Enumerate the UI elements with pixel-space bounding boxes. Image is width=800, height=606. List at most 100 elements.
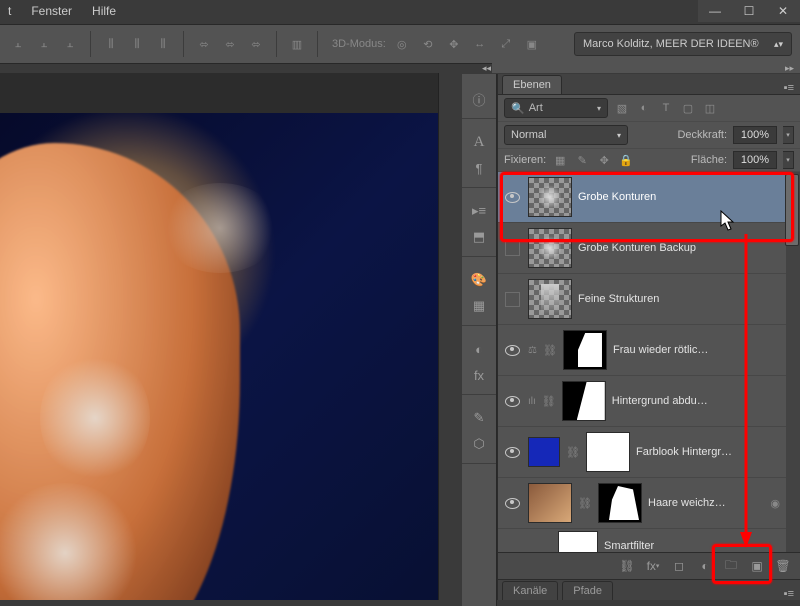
auto-align-icon[interactable]: ▥ bbox=[287, 34, 307, 54]
window-maximize[interactable]: ☐ bbox=[732, 0, 766, 22]
opacity-flyout[interactable]: ▾ bbox=[783, 126, 794, 144]
3d-slide-icon[interactable]: ↔ bbox=[470, 34, 490, 54]
character-panel-icon[interactable]: A bbox=[468, 131, 490, 153]
info-panel-icon[interactable]: ⓘ bbox=[468, 88, 490, 110]
swatches-panel-icon[interactable]: ▦ bbox=[468, 295, 490, 317]
align-center-icon[interactable]: ⫠ bbox=[34, 34, 54, 54]
layer-mask-thumbnail[interactable] bbox=[563, 330, 607, 370]
workspace-dropdown[interactable]: Marco Kolditz, MEER DER IDEEN® ▴▾ bbox=[574, 32, 792, 56]
visibility-toggle[interactable] bbox=[502, 478, 522, 528]
distribute-3-icon[interactable]: ⫼ bbox=[153, 34, 173, 54]
scrollbar-thumb[interactable] bbox=[785, 174, 799, 246]
filter-smart-icon[interactable]: ◫ bbox=[702, 100, 718, 116]
layer-row-hintergrund-abdunkeln[interactable]: ılı ⛓ Hintergrund abdu… bbox=[498, 376, 800, 427]
new-layer-icon[interactable]: ▣ bbox=[748, 557, 766, 575]
menu-cut[interactable]: t bbox=[8, 4, 11, 18]
layer-row-haare-weichzeichnen[interactable]: ⛓ Haare weichz… ◉ bbox=[498, 478, 800, 529]
visibility-toggle[interactable] bbox=[502, 376, 522, 426]
tab-ebenen[interactable]: Ebenen bbox=[502, 75, 562, 94]
link-layers-icon[interactable]: ⛓ bbox=[618, 557, 636, 575]
actions-panel-icon[interactable]: ▸≡ bbox=[468, 200, 490, 222]
smartfilter-row[interactable]: Smartfilter bbox=[498, 529, 800, 552]
color-panel-icon[interactable]: 🎨 bbox=[468, 269, 490, 291]
layer-mask-thumbnail[interactable] bbox=[562, 381, 606, 421]
document-canvas[interactable] bbox=[0, 73, 439, 600]
tab-pfade[interactable]: Pfade bbox=[562, 581, 613, 600]
layer-name[interactable]: Hintergrund abdu… bbox=[612, 395, 708, 407]
3d-scale-icon[interactable]: ⤢ bbox=[496, 34, 516, 54]
space-3-icon[interactable]: ⬄ bbox=[246, 34, 266, 54]
link-mask-icon[interactable]: ⛓ bbox=[543, 343, 557, 357]
add-mask-icon[interactable]: ◻ bbox=[670, 557, 688, 575]
link-mask-icon[interactable]: ⛓ bbox=[542, 394, 556, 408]
brushpresets-panel-icon[interactable]: ⬡ bbox=[468, 433, 490, 455]
fill-input[interactable]: 100% bbox=[733, 151, 777, 169]
layer-name[interactable]: Grobe Konturen Backup bbox=[578, 242, 696, 254]
dock-collapse-right[interactable]: ▸▸ bbox=[492, 63, 800, 73]
window-close[interactable]: ✕ bbox=[766, 0, 800, 22]
distribute-v-icon[interactable]: ⫼ bbox=[127, 34, 147, 54]
layer-name[interactable]: Farblook Hintergr… bbox=[636, 446, 732, 458]
brush-panel-icon[interactable]: ✎ bbox=[468, 407, 490, 429]
distribute-h-icon[interactable]: ⫼ bbox=[101, 34, 121, 54]
layer-row-grobe-konturen-backup[interactable]: Grobe Konturen Backup bbox=[498, 223, 800, 274]
filter-adjust-icon[interactable]: ◐ bbox=[636, 100, 652, 116]
layer-thumbnail[interactable] bbox=[528, 228, 572, 268]
lock-transparency-icon[interactable]: ▦ bbox=[552, 152, 568, 168]
layer-fx-icon[interactable]: fx▾ bbox=[644, 557, 662, 575]
visibility-toggle[interactable] bbox=[502, 172, 522, 222]
window-minimize[interactable]: — bbox=[698, 0, 732, 22]
visibility-toggle[interactable] bbox=[502, 274, 522, 324]
menu-fenster[interactable]: Fenster bbox=[31, 4, 72, 18]
scrollbar-track[interactable] bbox=[786, 172, 800, 552]
layer-row-farblook-hintergrund[interactable]: ⛓ Farblook Hintergr… bbox=[498, 427, 800, 478]
filter-pixel-icon[interactable]: ▧ bbox=[614, 100, 630, 116]
visibility-toggle[interactable] bbox=[502, 223, 522, 273]
menu-hilfe[interactable]: Hilfe bbox=[92, 4, 116, 18]
paragraph-panel-icon[interactable]: ¶ bbox=[468, 157, 490, 179]
layer-thumbnail[interactable] bbox=[528, 279, 572, 319]
3d-camera-icon[interactable]: ▣ bbox=[522, 34, 542, 54]
visibility-toggle[interactable] bbox=[502, 325, 522, 375]
opacity-input[interactable]: 100% bbox=[733, 126, 777, 144]
layer-name[interactable]: Haare weichz… bbox=[648, 497, 726, 509]
3d-roll-icon[interactable]: ⟲ bbox=[418, 34, 438, 54]
link-mask-icon[interactable]: ⛓ bbox=[578, 496, 592, 510]
filter-shape-icon[interactable]: ▢ bbox=[680, 100, 696, 116]
link-mask-icon[interactable]: ⛓ bbox=[566, 445, 580, 459]
3d-pan-icon[interactable]: ✥ bbox=[444, 34, 464, 54]
layer-row-feine-strukturen[interactable]: Feine Strukturen bbox=[498, 274, 800, 325]
layer-name[interactable]: Grobe Konturen bbox=[578, 191, 656, 203]
smartfilter-mask-thumbnail[interactable] bbox=[558, 531, 598, 552]
fill-flyout[interactable]: ▾ bbox=[783, 151, 794, 169]
3d-orbit-icon[interactable]: ◎ bbox=[392, 34, 412, 54]
styles-panel-icon[interactable]: fx bbox=[468, 364, 490, 386]
visibility-toggle[interactable] bbox=[502, 427, 522, 477]
layer-row-frau-roetlich[interactable]: ⚖ ⛓ Frau wieder rötlic… bbox=[498, 325, 800, 376]
blend-mode-dropdown[interactable]: Normal ▾ bbox=[504, 125, 628, 145]
align-left-icon[interactable]: ⫠ bbox=[8, 34, 28, 54]
lock-all-icon[interactable]: 🔒 bbox=[618, 152, 634, 168]
new-adjustment-icon[interactable]: ◐ bbox=[696, 557, 714, 575]
lock-position-icon[interactable]: ✥ bbox=[596, 152, 612, 168]
lock-pixels-icon[interactable]: ✎ bbox=[574, 152, 590, 168]
new-group-icon[interactable]: 🗀 bbox=[722, 557, 740, 575]
align-right-icon[interactable]: ⫠ bbox=[60, 34, 80, 54]
space-h-icon[interactable]: ⬄ bbox=[194, 34, 214, 54]
layer-name[interactable]: Frau wieder rötlic… bbox=[613, 344, 708, 356]
filter-type-icon[interactable]: T bbox=[658, 100, 674, 116]
tab-kanaele[interactable]: Kanäle bbox=[502, 581, 558, 600]
filter-kind-dropdown[interactable]: 🔍 Art ▾ bbox=[504, 98, 608, 118]
dock-collapse-left[interactable]: ◂◂ bbox=[295, 63, 497, 73]
adjustments-panel-icon[interactable]: ◐ bbox=[468, 338, 490, 360]
layer-name[interactable]: Feine Strukturen bbox=[578, 293, 659, 305]
panel-menu-icon[interactable]: ▪≡ bbox=[784, 82, 794, 94]
layer-row-grobe-konturen[interactable]: Grobe Konturen bbox=[498, 172, 800, 223]
layer-mask-thumbnail[interactable] bbox=[598, 483, 642, 523]
layer-thumbnail[interactable] bbox=[528, 437, 560, 467]
layer-thumbnail[interactable] bbox=[528, 483, 572, 523]
layer-thumbnail[interactable] bbox=[528, 177, 572, 217]
panel-menu-icon[interactable]: ▪≡ bbox=[784, 588, 794, 600]
layer-mask-thumbnail[interactable] bbox=[586, 432, 630, 472]
space-v-icon[interactable]: ⬄ bbox=[220, 34, 240, 54]
